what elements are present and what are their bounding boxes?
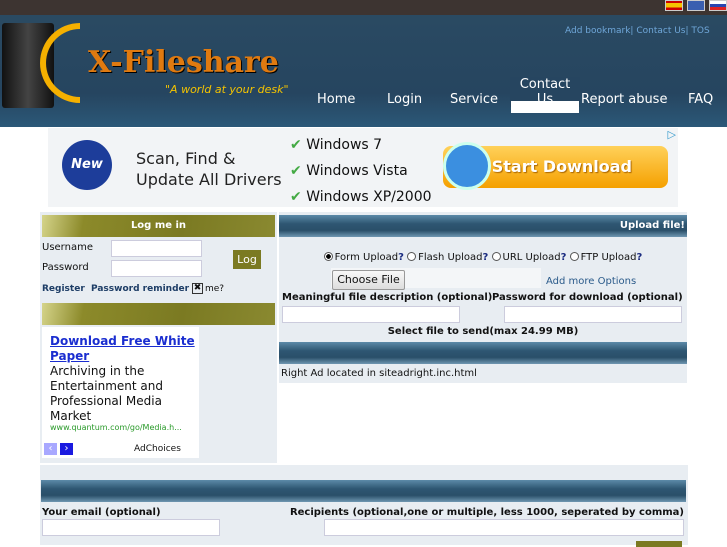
form-upload-radio[interactable]: Form Upload? bbox=[323, 252, 404, 263]
check-icon: ✔ bbox=[290, 189, 307, 205]
top-links: Add bookmark| Contact Us| TOS bbox=[565, 26, 710, 36]
username-input[interactable] bbox=[111, 240, 202, 257]
prev-ad-icon[interactable]: ‹ bbox=[44, 443, 57, 455]
upload-button[interactable] bbox=[636, 541, 682, 547]
uk-flag-icon[interactable] bbox=[687, 0, 705, 11]
logo-text: X-Fileshare bbox=[88, 45, 279, 80]
check-icon: ✔ bbox=[290, 137, 307, 153]
upload-submit-bar bbox=[279, 342, 687, 364]
email-panel: Your email (optional) Recipients (option… bbox=[40, 465, 688, 547]
password-label: Password bbox=[42, 262, 89, 273]
adchoices-icon[interactable]: ▷ bbox=[668, 128, 676, 141]
contact-link[interactable]: Contact Us bbox=[636, 26, 685, 36]
russia-flag-icon[interactable] bbox=[709, 0, 727, 11]
download-arrow-icon bbox=[443, 142, 491, 190]
ad-url[interactable]: www.quantum.com/go/Media.h... bbox=[50, 423, 182, 432]
description-label: Meaningful file description (optional) bbox=[282, 292, 493, 303]
register-link[interactable]: Register bbox=[42, 284, 85, 294]
banner-check: Windows XP/2000 bbox=[306, 189, 432, 205]
ad-title-link[interactable]: Download Free White Paper bbox=[50, 334, 195, 364]
banner-headline: Scan, Find & Update All Drivers bbox=[136, 149, 282, 189]
choose-file-button[interactable]: Choose File bbox=[332, 270, 405, 290]
remember-checkbox[interactable]: ✖ bbox=[192, 283, 203, 294]
login-header: Log me in bbox=[42, 215, 275, 237]
password-reminder-link[interactable]: Password reminder bbox=[91, 284, 189, 294]
upload-header: Upload file! bbox=[279, 215, 687, 237]
nav-service[interactable]: Service bbox=[450, 92, 498, 107]
banner-check: Windows Vista bbox=[306, 163, 408, 179]
email-input[interactable] bbox=[42, 519, 220, 536]
adchoices-label[interactable]: AdChoices bbox=[134, 444, 181, 454]
remember-label: me? bbox=[205, 284, 225, 294]
download-password-input[interactable] bbox=[504, 306, 682, 323]
username-label: Username bbox=[42, 242, 93, 253]
description-input[interactable] bbox=[282, 306, 460, 323]
nav-home[interactable]: Home bbox=[317, 92, 355, 107]
flash-upload-radio[interactable]: Flash Upload? bbox=[407, 252, 488, 263]
email-header bbox=[41, 480, 686, 502]
tagline: "A world at your desk" bbox=[165, 83, 289, 96]
add-bookmark-link[interactable]: Add bookmark bbox=[565, 26, 630, 36]
upload-panel: Upload file! Form Upload? Flash Upload? … bbox=[279, 212, 687, 383]
tos-link[interactable]: TOS bbox=[691, 26, 709, 36]
login-button[interactable]: Log bbox=[233, 250, 261, 269]
ftp-upload-radio[interactable]: FTP Upload? bbox=[569, 252, 642, 263]
banner-ad[interactable]: New Scan, Find & Update All Drivers ✔ Wi… bbox=[48, 128, 678, 207]
nav-login[interactable]: Login bbox=[387, 92, 422, 107]
nav-highlight bbox=[511, 101, 579, 113]
text-ad[interactable]: Download Free White Paper Archiving in t… bbox=[42, 327, 199, 458]
top-bar bbox=[0, 0, 727, 15]
email-label: Your email (optional) bbox=[42, 507, 161, 518]
left-panel: Log me in Username Password Log Register… bbox=[40, 212, 277, 463]
ad-header bbox=[42, 303, 275, 325]
spain-flag-icon[interactable] bbox=[665, 0, 683, 11]
password-input[interactable] bbox=[111, 260, 202, 277]
upload-mode-group: Form Upload? Flash Upload? URL Upload? F… bbox=[279, 252, 687, 263]
download-password-label: Password for download (optional) bbox=[492, 292, 683, 303]
nav-report-abuse[interactable]: Report abuse bbox=[581, 92, 667, 107]
url-upload-radio[interactable]: URL Upload? bbox=[491, 252, 566, 263]
check-icon: ✔ bbox=[290, 163, 307, 179]
nav-faq[interactable]: FAQ bbox=[688, 92, 713, 107]
right-ad-text: Right Ad located in siteadright.inc.html bbox=[281, 368, 477, 379]
logo[interactable]: X-Fileshare "A world at your desk" bbox=[0, 15, 300, 110]
select-file-note: Select file to send(max 24.99 MB) bbox=[387, 326, 579, 337]
ad-body: Archiving in the Entertainment and Profe… bbox=[50, 364, 163, 423]
recipients-input[interactable] bbox=[324, 519, 684, 536]
next-ad-icon[interactable]: › bbox=[60, 443, 73, 455]
recipients-label: Recipients (optional,one or multiple, le… bbox=[289, 507, 684, 518]
banner-check: Windows 7 bbox=[306, 137, 383, 153]
new-badge: New bbox=[62, 140, 112, 190]
add-more-options-link[interactable]: Add more Options bbox=[546, 276, 636, 287]
